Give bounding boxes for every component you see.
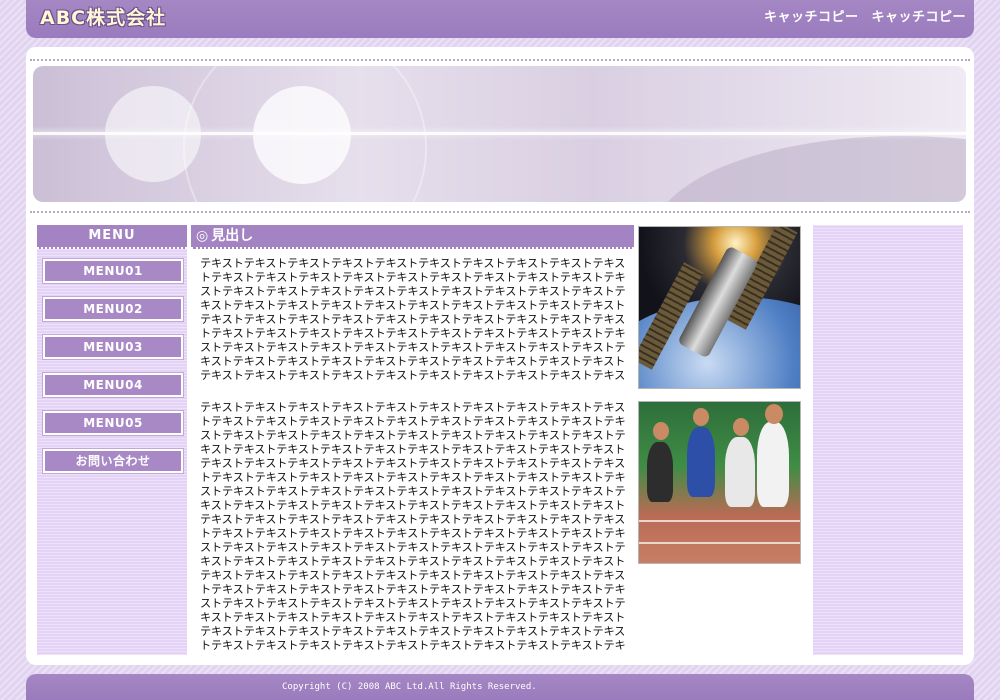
catch-copy: キャッチコピー キャッチコピー [764,6,966,25]
menu-item-02[interactable]: MENU02 [43,297,183,321]
banner-arc-decoration [653,136,966,202]
runner-shape [647,442,673,502]
menu-item-03[interactable]: MENU03 [43,335,183,359]
hero-banner [33,66,966,202]
runner-head-shape [733,418,749,436]
menu-item-04[interactable]: MENU04 [43,373,183,397]
main-container: MENU MENU01 MENU02 MENU03 MENU04 MENU05 … [26,47,974,665]
body-paragraph-2: テキストテキストテキストテキストテキストテキストテキストテキストテキストテキスト… [200,401,626,652]
copyright-text: Copyright (C) 2008 ABC Ltd.All Rights Re… [282,682,537,692]
runner-head-shape [653,422,669,440]
left-sidebar: MENU MENU01 MENU02 MENU03 MENU04 MENU05 … [37,225,187,655]
divider-bottom [30,211,970,213]
right-sidebar [813,225,963,655]
satellite-photo [638,226,801,389]
menu-title: MENU [37,225,187,249]
runner-head-shape [765,404,783,424]
site-header: ABC株式会社 キャッチコピー キャッチコピー [26,0,974,38]
runner-shape [757,422,789,507]
runner-shape [687,427,715,497]
menu-item-contact[interactable]: お問い合わせ [43,449,183,473]
menu-item-01[interactable]: MENU01 [43,259,183,283]
menu-item-05[interactable]: MENU05 [43,411,183,435]
banner-light-band [33,132,966,135]
catch-copy-2: キャッチコピー [871,10,966,25]
divider-top [30,59,970,61]
runner-shape [725,437,755,507]
heading-bullet-icon: ◎ [196,228,209,244]
runner-head-shape [693,408,709,426]
catch-copy-1: キャッチコピー [763,10,859,25]
track-lane-line [639,520,800,522]
track-lane-line [639,542,800,544]
company-logo[interactable]: ABC株式会社 [40,3,166,30]
heading-text: 見出し [211,228,254,244]
body-paragraph-1: テキストテキストテキストテキストテキストテキストテキストテキストテキストテキスト… [200,257,626,382]
runners-photo [638,401,801,564]
section-heading: ◎ 見出し [191,225,634,249]
site-footer: Copyright (C) 2008 ABC Ltd.All Rights Re… [26,674,974,700]
